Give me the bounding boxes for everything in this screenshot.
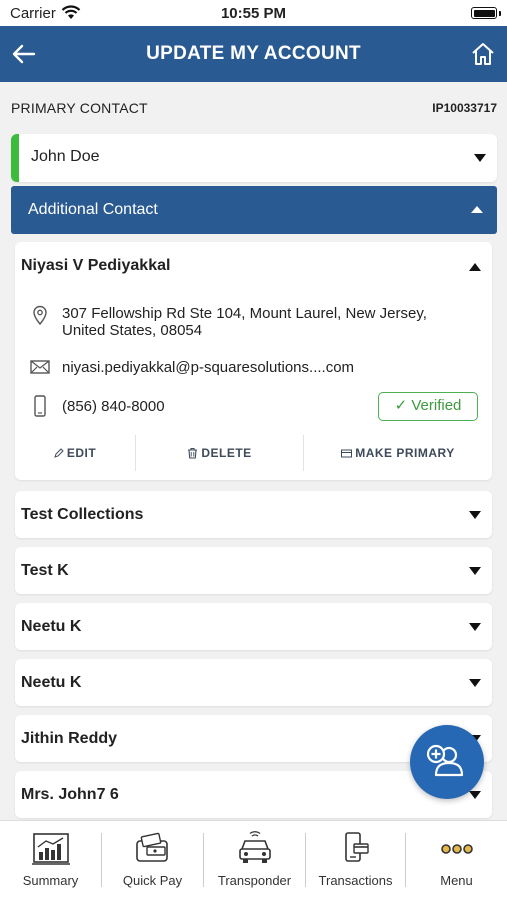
card-swap-icon <box>341 449 353 457</box>
contact-name: Test Collections <box>21 506 144 523</box>
verified-label: Verified <box>411 397 462 414</box>
chevron-down-icon[interactable] <box>469 791 481 799</box>
phone-card-icon <box>344 832 369 862</box>
envelope-icon <box>30 360 50 374</box>
make-primary-button[interactable]: MAKE PRIMARY <box>304 435 492 471</box>
contact-list-item[interactable]: Neetu K <box>15 603 492 650</box>
chevron-down-icon[interactable] <box>474 154 486 162</box>
contact-name: Jithin Reddy <box>21 730 118 747</box>
chevron-down-icon[interactable] <box>469 623 481 631</box>
add-contact-button[interactable] <box>410 725 484 799</box>
contact-list-item[interactable]: Test Collections <box>15 491 492 538</box>
primary-contact-label: PRIMARY CONTACT <box>11 100 148 116</box>
home-icon[interactable] <box>469 40 497 68</box>
contact-name: Neetu K <box>21 618 82 635</box>
address-line-1: 307 Fellowship Rd Ste 104, Mount Laurel,… <box>62 305 427 322</box>
account-id: IP10033717 <box>432 101 497 115</box>
pencil-icon <box>54 448 64 458</box>
clock: 10:55 PM <box>220 5 287 22</box>
verified-badge: ✓ Verified <box>378 392 478 421</box>
status-bar: Carrier 10:55 PM <box>0 0 507 26</box>
delete-button[interactable]: DELETE <box>136 435 303 471</box>
bottom-tab-bar: Summary Quick Pay Transponder Transactio… <box>0 820 507 900</box>
page-title: UPDATE MY ACCOUNT <box>146 43 361 64</box>
wallet-icon <box>135 832 168 862</box>
contact-name: Neetu K <box>21 674 82 691</box>
trash-icon <box>188 447 198 459</box>
contact-actions: EDIT DELETE MAKE PRIMARY <box>15 435 492 471</box>
check-icon: ✓ <box>394 397 408 414</box>
primary-contact-header: PRIMARY CONTACT IP10033717 <box>11 98 497 118</box>
chevron-up-icon[interactable] <box>471 206 483 213</box>
tab-summary[interactable]: Summary <box>0 821 101 900</box>
edit-button[interactable]: EDIT <box>15 435 135 471</box>
primary-contact-card[interactable]: John Doe <box>11 134 497 182</box>
contact-name: Test K <box>21 562 69 579</box>
chevron-up-icon[interactable] <box>469 263 481 271</box>
battery-icon <box>471 7 497 19</box>
chevron-down-icon[interactable] <box>469 679 481 687</box>
chevron-down-icon[interactable] <box>469 511 481 519</box>
tab-transactions[interactable]: Transactions <box>306 821 405 900</box>
phone-text: (856) 840-8000 <box>62 398 165 415</box>
contact-list-item[interactable]: Test K <box>15 547 492 594</box>
primary-accent-bar <box>11 134 19 182</box>
add-user-icon <box>426 744 464 777</box>
contact-name: Niyasi V Pediyakkal <box>21 257 171 274</box>
summary-chart-icon <box>31 833 70 865</box>
additional-contact-toggle[interactable]: Additional Contact <box>11 186 497 234</box>
tab-transponder[interactable]: Transponder <box>204 821 305 900</box>
contact-name: Mrs. John7 6 <box>21 786 119 803</box>
chevron-down-icon[interactable] <box>469 567 481 575</box>
tab-menu[interactable]: Menu <box>406 821 507 900</box>
mobile-phone-icon <box>34 395 46 417</box>
email-text: niyasi.pediyakkal@p-squaresolutions....c… <box>62 359 355 376</box>
expanded-contact-card: Niyasi V Pediyakkal 307 Fellowship Rd St… <box>15 242 492 480</box>
address-line-2: United States, 08054 <box>62 322 203 339</box>
location-pin-icon <box>33 305 47 326</box>
app-header: UPDATE MY ACCOUNT <box>0 26 507 82</box>
car-icon <box>238 831 271 863</box>
additional-contact-label: Additional Contact <box>28 201 158 218</box>
contact-list-item[interactable]: Neetu K <box>15 659 492 706</box>
tab-quick-pay[interactable]: Quick Pay <box>102 821 203 900</box>
primary-contact-name: John Doe <box>31 148 100 165</box>
dots-icon <box>440 844 473 854</box>
